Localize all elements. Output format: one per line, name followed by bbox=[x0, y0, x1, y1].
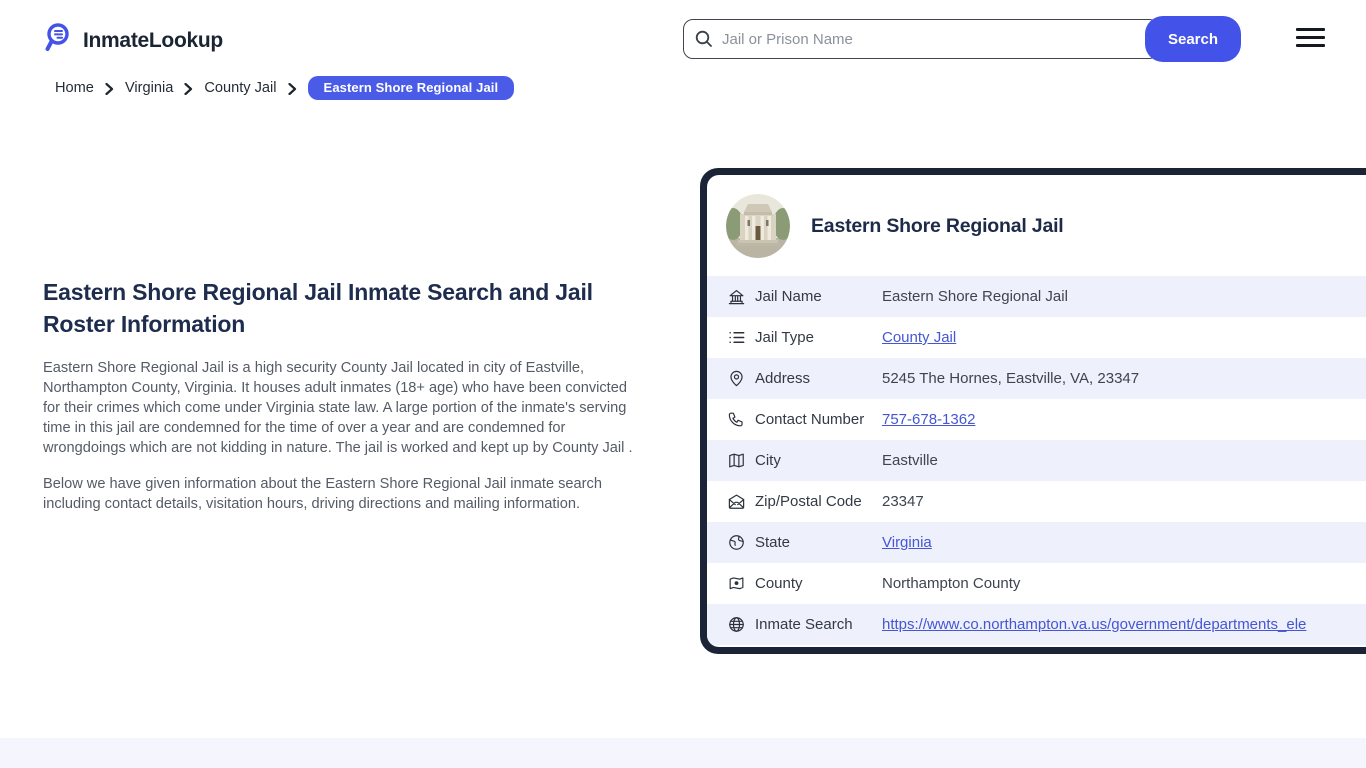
table-row-jail-type: Jail Type County Jail bbox=[707, 317, 1366, 358]
card-header: Eastern Shore Regional Jail bbox=[707, 175, 1366, 276]
row-label: Inmate Search bbox=[755, 616, 853, 633]
table-row-county: County Northampton County bbox=[707, 563, 1366, 604]
brand-logo[interactable]: InmateLookup bbox=[40, 21, 223, 60]
row-label: City bbox=[755, 452, 781, 469]
article: Eastern Shore Regional Jail Inmate Searc… bbox=[43, 276, 635, 514]
map-pin-icon bbox=[727, 369, 746, 388]
page-title: Eastern Shore Regional Jail Inmate Searc… bbox=[43, 279, 593, 337]
row-label: State bbox=[755, 534, 791, 551]
search-bar: Search bbox=[683, 16, 1241, 62]
magnifier-logo-icon bbox=[40, 21, 74, 60]
row-value: Northampton County bbox=[882, 575, 1021, 592]
table-row-zip: Zip/Postal Code 23347 bbox=[707, 481, 1366, 522]
phone-icon bbox=[727, 410, 746, 429]
jail-type-link[interactable]: County Jail bbox=[882, 329, 956, 346]
globe-earth-icon bbox=[727, 533, 746, 552]
search-icon bbox=[694, 29, 714, 54]
search-button[interactable]: Search bbox=[1145, 16, 1241, 62]
table-row-state: State Virginia bbox=[707, 522, 1366, 563]
menu-icon[interactable] bbox=[1296, 28, 1325, 52]
row-value: 5245 The Hornes, Eastville, VA, 23347 bbox=[882, 370, 1140, 387]
search-input[interactable] bbox=[683, 19, 1159, 59]
row-label: Zip/Postal Code bbox=[755, 493, 862, 510]
breadcrumb: Home Virginia County Jail Eastern Shore … bbox=[55, 76, 515, 100]
globe-web-icon bbox=[727, 615, 746, 634]
mail-icon bbox=[727, 492, 746, 511]
map-icon bbox=[727, 451, 746, 470]
table-row-jail-name: Jail Name Eastern Shore Regional Jail bbox=[707, 276, 1366, 317]
bank-icon bbox=[727, 287, 746, 306]
jail-photo bbox=[726, 194, 790, 258]
jail-details-table: Jail Name Eastern Shore Regional Jail Ja… bbox=[707, 276, 1366, 645]
table-row-inmate-search: Inmate Search https://www.co.northampton… bbox=[707, 604, 1366, 645]
chevron-right-icon bbox=[184, 82, 193, 95]
row-label: Contact Number bbox=[755, 411, 865, 428]
list-icon bbox=[727, 328, 746, 347]
row-label: Jail Name bbox=[755, 288, 822, 305]
row-value: Eastville bbox=[882, 452, 938, 469]
chevron-right-icon bbox=[287, 82, 297, 95]
chevron-right-icon bbox=[105, 82, 114, 95]
state-link[interactable]: Virginia bbox=[882, 534, 932, 551]
row-label: County bbox=[755, 575, 803, 592]
table-row-city: City Eastville bbox=[707, 440, 1366, 481]
phone-link[interactable]: 757-678-1362 bbox=[882, 411, 975, 428]
breadcrumb-county-jail[interactable]: County Jail bbox=[204, 80, 276, 96]
info-paragraph: Below we have given information about th… bbox=[43, 476, 602, 512]
brand-name: InmateLookup bbox=[83, 28, 223, 52]
jail-info-card: Eastern Shore Regional Jail Jail Name Ea… bbox=[700, 168, 1366, 654]
table-row-address: Address 5245 The Hornes, Eastville, VA, … bbox=[707, 358, 1366, 399]
table-row-contact: Contact Number 757-678-1362 bbox=[707, 399, 1366, 440]
footer-strip bbox=[0, 738, 1366, 768]
intro-paragraph: Eastern Shore Regional Jail is a high se… bbox=[43, 360, 633, 456]
map-location-icon bbox=[727, 574, 746, 593]
breadcrumb-current-badge: Eastern Shore Regional Jail bbox=[307, 76, 515, 100]
breadcrumb-home[interactable]: Home bbox=[55, 80, 94, 96]
row-value: Eastern Shore Regional Jail bbox=[882, 288, 1068, 305]
inmate-search-link[interactable]: https://www.co.northampton.va.us/governm… bbox=[882, 616, 1306, 633]
jail-title: Eastern Shore Regional Jail bbox=[811, 214, 1064, 237]
row-value: 23347 bbox=[882, 493, 924, 510]
row-label: Jail Type bbox=[755, 329, 814, 346]
row-label: Address bbox=[755, 370, 811, 387]
breadcrumb-virginia[interactable]: Virginia bbox=[125, 80, 173, 96]
